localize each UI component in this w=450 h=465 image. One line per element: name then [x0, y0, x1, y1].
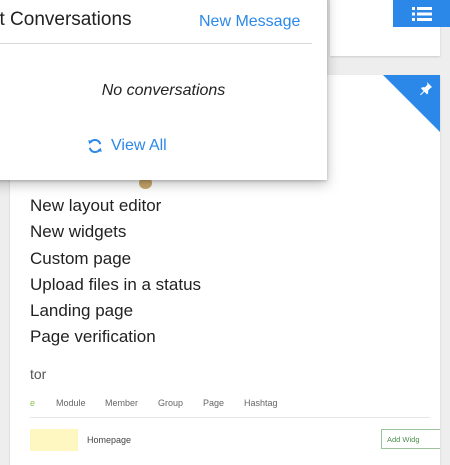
- list-item: New widgets: [30, 222, 127, 242]
- editor-thumbnail: [30, 429, 78, 451]
- editor-row-label: Homepage: [87, 435, 132, 445]
- view-all-link[interactable]: View All: [87, 137, 167, 155]
- list-item: Upload files in a status: [30, 274, 202, 294]
- editor-tab: Group: [158, 398, 184, 408]
- list-item: Custom page: [30, 248, 132, 268]
- list-item: Page verification: [30, 327, 156, 347]
- empty-state-text: No conversations: [101, 82, 226, 99]
- editor-tab: Module: [56, 398, 86, 408]
- list-item: New layout editor: [30, 196, 162, 215]
- section-heading: tor: [30, 366, 47, 382]
- list-item: Landing page: [30, 301, 134, 321]
- refresh-icon: [88, 138, 102, 154]
- editor-screenshot: e Module Member Group Page Hashtag Homep…: [30, 395, 440, 465]
- conversations-popup: st Conversations New Message No conversa…: [0, 0, 327, 180]
- editor-tab: Member: [105, 398, 139, 408]
- editor-tab: e: [30, 398, 36, 408]
- editor-tab: Hashtag: [244, 398, 278, 408]
- menu-button[interactable]: [393, 0, 450, 27]
- add-widget-button: Add Widg: [381, 429, 440, 449]
- editor-tabs: e Module Member Group Page Hashtag: [30, 398, 278, 408]
- new-message-link[interactable]: New Message: [199, 13, 300, 31]
- list-icon: [411, 6, 432, 21]
- editor-divider: [30, 417, 430, 418]
- popup-title: st Conversations: [0, 9, 132, 30]
- editor-tab: Page: [203, 398, 225, 408]
- view-all-label: View All: [111, 137, 167, 154]
- pin-icon[interactable]: [418, 81, 433, 96]
- popup-divider: [0, 43, 312, 44]
- feature-list: New layout editor New widgets Custom pag…: [30, 193, 201, 351]
